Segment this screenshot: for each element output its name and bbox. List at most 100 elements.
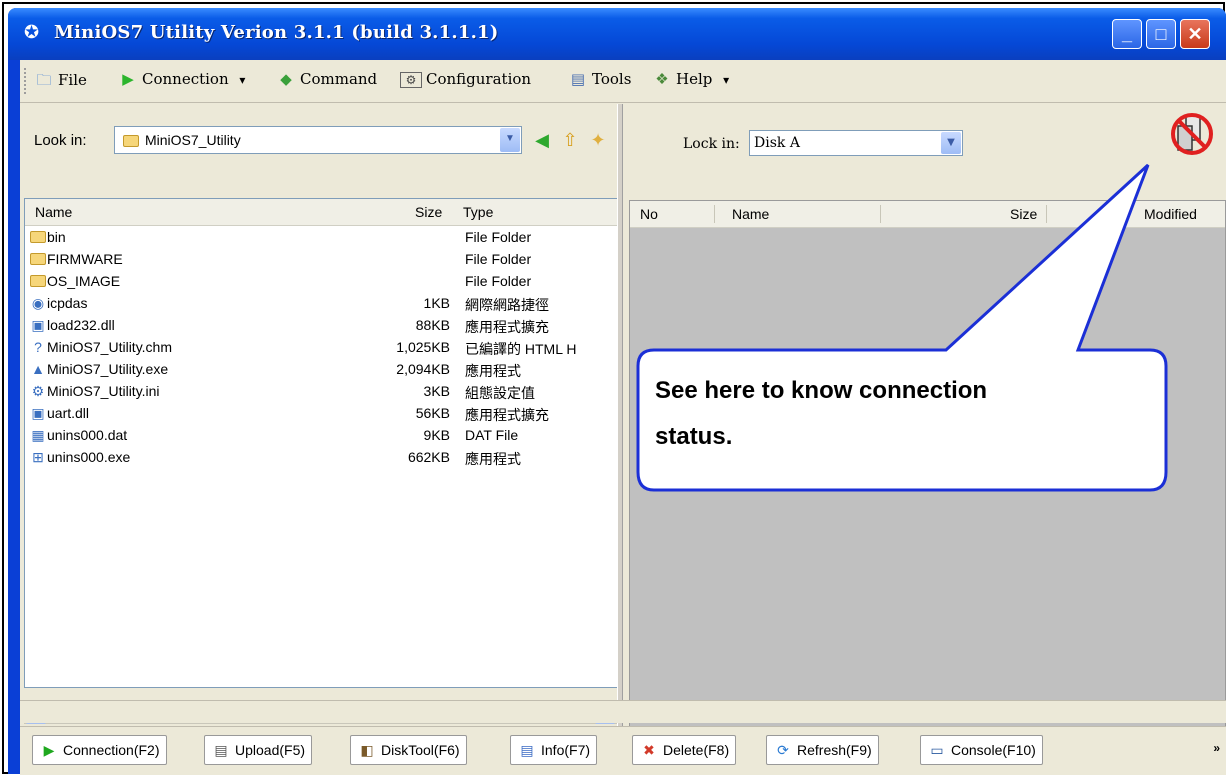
connection-button[interactable]: ▶ Connection(F2) [32,735,167,765]
look-in-combo[interactable]: MiniOS7_Utility ▼ [114,126,522,154]
column-modified[interactable]: Modified [1144,206,1197,222]
console-icon: ▭ [930,742,944,758]
button-label: Refresh(F9) [797,742,872,758]
file-name: unins000.dat [47,427,128,443]
app-icon: ✪ [24,22,40,42]
table-row[interactable]: bin File Folder [25,227,620,249]
chevron-down-icon[interactable]: ▼ [500,128,520,152]
list-header: Name Size Type [25,199,620,226]
file-name: FIRMWARE [47,251,123,267]
app-icon: ▲ [31,361,45,377]
menu-help[interactable]: ❖ Help ▾ [652,70,729,94]
file-type: 應用程式擴充 [465,407,549,423]
column-name[interactable]: Name [35,204,72,220]
disktool-button[interactable]: ◧ DiskTool(F6) [350,735,467,765]
column-name[interactable]: Name [732,206,769,222]
window-title: MiniOS7 Utility Verion 3.1.1 (build 3.1.… [54,22,499,43]
column-size[interactable]: Size [415,204,442,220]
table-row[interactable]: ? MiniOS7_Utility.chm 1,025KB 已編譯的 HTML H [25,337,620,359]
file-type: File Folder [465,251,532,267]
callout-line-2: status. [655,423,733,450]
file-size: 56KB [415,405,450,421]
menu-configuration[interactable]: ⚙ Configuration [400,70,531,94]
table-row[interactable]: ⚙ MiniOS7_Utility.ini 3KB 組態設定值 [25,381,620,403]
info-button[interactable]: ▤ Info(F7) [510,735,598,765]
folder-icon [123,135,139,147]
delete-icon: ✖ [643,742,655,758]
dll-icon: ▣ [31,405,45,421]
status-bar [20,700,1226,723]
look-in-value: MiniOS7_Utility [145,132,241,148]
file-name: OS_IMAGE [47,273,121,289]
table-row[interactable]: ▲ MiniOS7_Utility.exe 2,094KB 應用程式 [25,359,620,381]
title-bar[interactable]: ✪ MiniOS7 Utility Verion 3.1.1 (build 3.… [8,8,1226,60]
lock-in-value: Disk A [754,135,800,151]
callout-line-1: See here to know connection [655,377,988,404]
table-row[interactable]: ◉ icpdas 1KB 網際網路捷徑 [25,293,620,315]
table-row[interactable]: ⊞ unins000.exe 662KB 應用程式 [25,447,620,469]
maximize-button[interactable]: □ [1146,19,1176,49]
lock-in-combo[interactable]: Disk A ▼ [749,130,963,156]
file-icon: 🗀 [36,71,52,89]
minimize-button[interactable]: _ [1112,19,1142,49]
play-icon: ▶ [122,70,134,88]
local-file-list[interactable]: Name Size Type bin File Folder FIRMWARE Fil… [24,198,621,688]
file-type: 組態設定值 [465,385,535,401]
help-icon: ❖ [655,70,669,88]
file-size: 9KB [423,427,450,443]
file-size: 662KB [407,449,450,465]
button-label: Connection(F2) [63,742,160,758]
table-row[interactable]: ▦ unins000.dat 9KB DAT File [25,425,620,447]
close-button[interactable]: ✕ [1180,19,1210,49]
console-button[interactable]: ▭ Console(F10) [920,735,1043,765]
button-label: Info(F7) [541,742,591,758]
new-folder-icon[interactable]: ✦ [586,128,610,152]
menu-command[interactable]: ◆ Command [276,70,377,94]
file-name: MiniOS7_Utility.ini [47,383,160,399]
toolbar-grip[interactable] [24,68,30,94]
table-row[interactable]: ▣ uart.dll 56KB 應用程式擴充 [25,403,620,425]
device-file-list[interactable]: No Name Size Modified [629,200,1226,730]
command-icon: ◆ [280,70,292,88]
help-file-icon: ? [34,339,42,355]
folder-icon [29,273,47,289]
file-size: 1,025KB [396,339,450,355]
lock-in-label: Lock in: [683,136,740,152]
back-icon[interactable]: ◀ [530,128,554,152]
file-type: 應用程式擴充 [465,319,549,335]
chevron-down-icon: ▾ [239,73,246,87]
menu-file[interactable]: 🗀 File [34,70,86,94]
refresh-button[interactable]: ⟳ Refresh(F9) [766,735,879,765]
file-size: 3KB [423,383,450,399]
internet-shortcut-icon: ◉ [31,295,45,311]
delete-button[interactable]: ✖ Delete(F8) [632,735,737,765]
table-row[interactable]: ▣ load232.dll 88KB 應用程式擴充 [25,315,620,337]
menu-connection[interactable]: ▶ Connection ▾ [118,70,245,94]
menu-tools[interactable]: ▤ Tools [568,70,632,94]
disktool-icon: ◧ [360,742,374,758]
info-icon: ▤ [520,742,534,758]
button-label: DiskTool(F6) [381,742,460,758]
menu-bar: 🗀 File ▶ Connection ▾ ◆ Command ⚙ Configurat… [20,60,1226,103]
table-row[interactable]: FIRMWARE File Folder [25,249,620,271]
more-chevron-icon[interactable]: » [1213,741,1220,755]
up-folder-icon[interactable]: ⇧ [558,128,582,152]
column-size[interactable]: Size [1010,206,1037,222]
column-no[interactable]: No [640,206,658,222]
folder-icon [29,251,47,267]
upload-button[interactable]: ▤ Upload(F5) [204,735,313,765]
folder-icon [29,229,47,245]
table-row[interactable]: OS_IMAGE File Folder [25,271,620,293]
file-name: unins000.exe [47,449,131,465]
file-name: MiniOS7_Utility.chm [47,339,172,355]
file-name: load232.dll [47,317,115,333]
file-name: MiniOS7_Utility.exe [47,361,169,377]
dat-icon: ▦ [31,427,45,443]
file-name: icpdas [47,295,88,311]
tools-icon: ▤ [570,70,586,88]
file-size: 88KB [415,317,450,333]
file-name: bin [47,229,66,245]
chevron-down-icon[interactable]: ▼ [941,132,961,154]
device-list-header: No Name Size Modified [630,201,1225,228]
column-type[interactable]: Type [463,204,493,220]
